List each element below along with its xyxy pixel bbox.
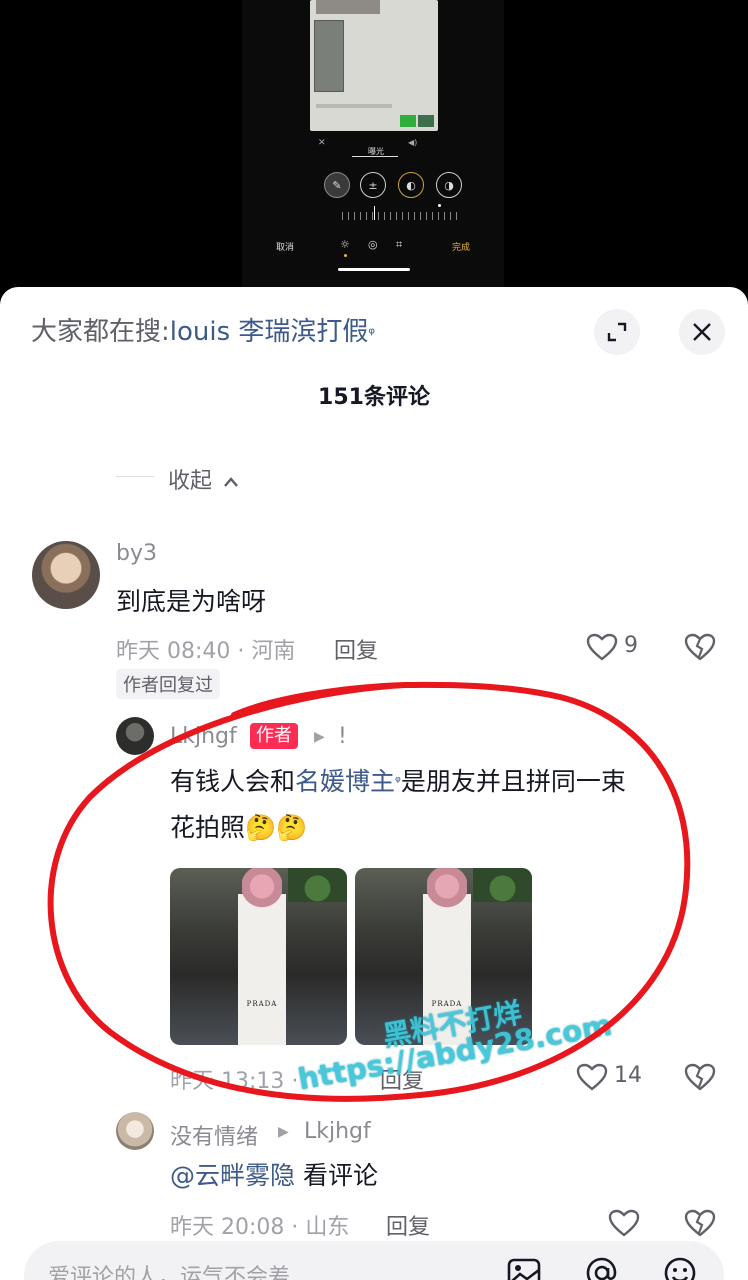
- search-suggestion-term[interactable]: louis 李瑞滨打假: [170, 317, 369, 347]
- reply-text-line2: 花拍照🤔🤔: [170, 813, 308, 842]
- search-suggestion-prefix: 大家都在搜:: [31, 317, 170, 347]
- filter-icon: ◎: [368, 238, 378, 251]
- collapse-replies-button[interactable]: 收起: [168, 463, 239, 495]
- avatar[interactable]: [32, 541, 100, 609]
- like-heart-icon[interactable]: [576, 1063, 608, 1091]
- video-preview-area: ✕ ◀) 曝光 ✎ ± ◐ ◑ 取消 ☼ ◎ ⌗ 完成: [0, 0, 748, 310]
- volume-icon: ◀): [408, 138, 418, 147]
- like-count: 9: [624, 633, 638, 658]
- exposure-icon: ±: [360, 172, 386, 198]
- editor-done-label: 完成: [452, 243, 471, 253]
- comment-count-title: 151条评论: [318, 385, 430, 410]
- reply-username[interactable]: 没有情绪: [170, 1119, 258, 1151]
- reply-username[interactable]: Lkjhgf: [170, 724, 237, 749]
- reply-meta: 昨天 13:13 ·: [170, 1069, 299, 1094]
- mention-link[interactable]: @云畔雾隐: [170, 1161, 295, 1190]
- adjust-slider: [342, 212, 462, 220]
- like-count: 14: [614, 1063, 642, 1088]
- close-button[interactable]: [679, 309, 725, 355]
- reply-button[interactable]: 回复: [334, 633, 378, 665]
- photo-preview: [310, 0, 438, 131]
- play-arrow-icon: ▶: [314, 729, 325, 745]
- avatar[interactable]: [116, 717, 154, 755]
- comment-text: 到底是为啥呀: [116, 587, 267, 616]
- reply-text: @云畔雾隐 看评论: [170, 1161, 378, 1190]
- dislike-broken-heart-icon[interactable]: [684, 633, 716, 661]
- contrast-icon: ◑: [436, 172, 462, 198]
- collapse-label: 收起: [168, 469, 213, 494]
- comment-input-placeholder[interactable]: 爱评论的人，运气不会差: [48, 1259, 290, 1280]
- mention-icon[interactable]: [584, 1255, 620, 1280]
- dislike-broken-heart-icon[interactable]: [684, 1209, 716, 1237]
- comment-input-bar[interactable]: 爱评论的人，运气不会差: [24, 1241, 724, 1280]
- brilliance-icon: ◐: [398, 172, 424, 198]
- comment-image[interactable]: PRADA: [170, 868, 347, 1045]
- magic-wand-icon: ✎: [324, 172, 350, 198]
- avatar[interactable]: [116, 1112, 154, 1150]
- dislike-broken-heart-icon[interactable]: [684, 1063, 716, 1091]
- comment-sheet: 大家都在搜:louis 李瑞滨打假ᵠ 151条评论 收起 by3 到底是为啥呀 …: [0, 287, 748, 1280]
- author-replied-tag: 作者回复过: [116, 669, 220, 699]
- report-icon[interactable]: !: [338, 724, 347, 749]
- search-suggestion[interactable]: 大家都在搜:louis 李瑞滨打假ᵠ: [31, 315, 375, 349]
- chevron-up-icon: [224, 477, 238, 487]
- like-heart-icon[interactable]: [608, 1209, 640, 1237]
- expand-button[interactable]: [594, 309, 640, 355]
- play-arrow-icon: ▶: [278, 1124, 289, 1140]
- close-icon: [693, 323, 711, 341]
- search-icon: ᵠ: [368, 324, 376, 343]
- reply-to-username[interactable]: Lkjhgf: [304, 1119, 371, 1144]
- close-icon: ✕: [318, 138, 326, 148]
- image-icon[interactable]: [506, 1255, 542, 1280]
- reply-text: 有钱人会和名媛博主ᵠ是朋友并且拼同一束: [170, 767, 626, 796]
- divider: [116, 476, 154, 477]
- crop-icon: ⌗: [396, 238, 403, 251]
- editor-cancel-label: 取消: [276, 243, 295, 253]
- editor-screenshot: ✕ ◀) 曝光 ✎ ± ◐ ◑ 取消 ☼ ◎ ⌗ 完成: [242, 0, 504, 290]
- reply-button[interactable]: 回复: [386, 1209, 430, 1241]
- home-indicator: [338, 268, 410, 271]
- emoji-icon[interactable]: [662, 1255, 698, 1280]
- reply-meta: 昨天 20:08 · 山东: [170, 1215, 350, 1240]
- author-badge: 作者: [250, 723, 298, 749]
- like-heart-icon[interactable]: [586, 633, 618, 661]
- comment-meta: 昨天 08:40 · 河南: [116, 639, 296, 664]
- expand-icon: [607, 322, 627, 342]
- adjust-icon: ☼: [340, 238, 350, 251]
- search-link[interactable]: 名媛博主: [295, 767, 395, 796]
- comment-username[interactable]: by3: [116, 541, 157, 566]
